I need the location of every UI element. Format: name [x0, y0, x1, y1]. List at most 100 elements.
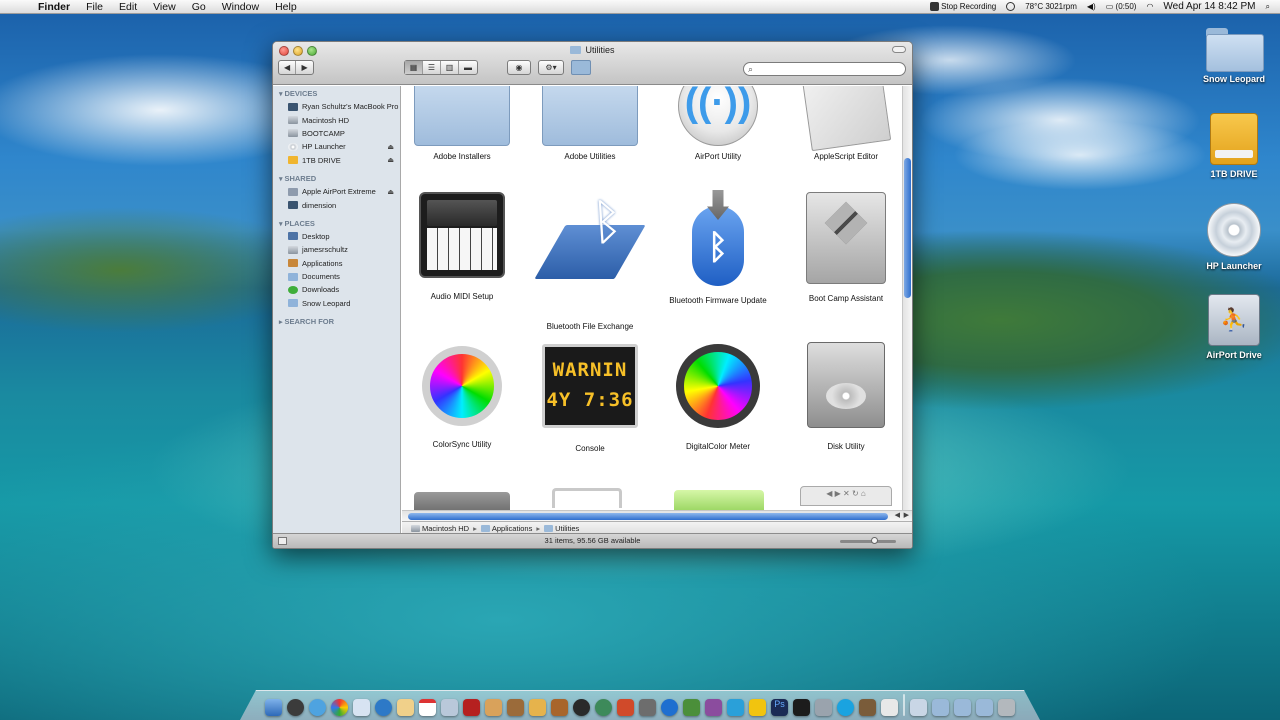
guitar-dock-icon[interactable] [551, 699, 568, 716]
eject-icon[interactable]: ⏏ [387, 156, 394, 164]
folder-stack-dock-icon[interactable] [976, 699, 993, 716]
safari-dock-icon[interactable] [309, 699, 326, 716]
scroll-left-arrow[interactable]: ◀ [895, 511, 900, 519]
list-view-button[interactable]: ☰ [423, 61, 441, 74]
preview-dock-icon[interactable] [441, 699, 458, 716]
finder-dock-icon[interactable] [265, 699, 282, 716]
menu-view[interactable]: View [145, 1, 184, 13]
dashboard-dock-icon[interactable] [287, 699, 304, 716]
battery-status[interactable]: ▭ (0:50) [1106, 2, 1137, 11]
eject-icon[interactable]: ⏏ [387, 143, 394, 151]
ical-dock-icon[interactable] [375, 699, 392, 716]
file-item-adobe-utilities[interactable]: Adobe Utilities [526, 86, 654, 161]
vertical-scrollbar[interactable] [902, 86, 912, 510]
browser-dock-icon[interactable] [661, 699, 678, 716]
app-dock-icon[interactable] [705, 699, 722, 716]
window-titlebar[interactable]: Utilities ◀ ▶ ▦ ☰ ▥ ▬ ◉ ⚙▾ ⌕ [273, 42, 912, 85]
stop-recording-item[interactable]: Stop Recording [929, 2, 996, 12]
desktop-icon-1tb-drive[interactable]: 1TB DRIVE [1189, 113, 1279, 179]
file-item-disk-utility[interactable]: Disk Utility [782, 338, 902, 451]
dvd-player-dock-icon[interactable] [573, 699, 590, 716]
scroll-right-arrow[interactable]: ▶ [904, 511, 909, 519]
search-input[interactable] [753, 64, 894, 74]
menu-window[interactable]: Window [214, 1, 267, 13]
path-item-utilities[interactable]: Utilities [544, 524, 579, 533]
sidebar-item-downloads[interactable]: Downloads [273, 283, 400, 296]
terminal-dock-icon[interactable] [793, 699, 810, 716]
sidebar-header-places[interactable]: PLACES [273, 216, 400, 230]
volume-icon[interactable]: ◀) [1087, 2, 1096, 11]
app-dock-icon[interactable] [683, 699, 700, 716]
sidebar-item-bootcamp[interactable]: BOOTCAMP [273, 127, 400, 140]
forward-button[interactable]: ▶ [296, 61, 313, 74]
icon-view-button[interactable]: ▦ [405, 61, 423, 74]
file-item-audio-midi-setup[interactable]: Audio MIDI Setup [402, 192, 526, 301]
sidebar-item-macintosh-hd[interactable]: Macintosh HD [273, 113, 400, 126]
column-view-button[interactable]: ▥ [441, 61, 459, 74]
path-item-applications[interactable]: Applications [480, 524, 532, 533]
itunes-dock-icon[interactable] [595, 699, 612, 716]
app-dock-icon[interactable] [617, 699, 634, 716]
sidebar-header-search-for[interactable]: SEARCH FOR [273, 314, 400, 328]
clock[interactable]: Wed Apr 14 8:42 PM [1163, 1, 1255, 12]
menu-app-finder[interactable]: Finder [30, 1, 78, 13]
file-item-partial[interactable]: ◀ ▶ ✕ ↻ ⌂ [800, 486, 892, 506]
downloads-stack-dock-icon[interactable] [954, 699, 971, 716]
file-item-partial[interactable] [552, 488, 622, 508]
desktop-icon-snow-leopard[interactable]: Snow Leopard [1189, 28, 1279, 84]
sidebar-item-dimension[interactable]: dimension [273, 198, 400, 211]
menu-help[interactable]: Help [267, 1, 305, 13]
chrome-dock-icon[interactable] [331, 699, 348, 716]
system-preferences-dock-icon[interactable] [815, 699, 832, 716]
file-item-boot-camp-assistant[interactable]: Boot Camp Assistant [782, 192, 902, 303]
file-item-partial[interactable] [414, 492, 510, 510]
file-item-bluetooth-file-exchange[interactable]: ᛒ Bluetooth File Exchange [526, 192, 654, 331]
file-item-partial[interactable] [674, 490, 764, 510]
file-item-colorsync-utility[interactable]: ColorSync Utility [402, 338, 526, 449]
search-field[interactable]: ⌕ [743, 62, 906, 76]
spotlight-icon[interactable]: ⌕ [1266, 2, 1270, 12]
sidebar-item-hp-launcher[interactable]: HP Launcher ⏏ [273, 140, 400, 153]
menu-go[interactable]: Go [184, 1, 214, 13]
icon-size-slider[interactable] [840, 540, 896, 543]
sidebar-item-airport-extreme[interactable]: Apple AirPort Extreme ⏏ [273, 185, 400, 198]
iphoto-dock-icon[interactable] [485, 699, 502, 716]
file-item-airport-utility[interactable]: ((·)) AirPort Utility [654, 86, 782, 161]
desktop-icon-hp-launcher[interactable]: HP Launcher [1189, 203, 1279, 271]
photoshop-dock-icon[interactable]: Ps [771, 699, 788, 716]
file-item-adobe-installers[interactable]: Adobe Installers [402, 86, 526, 161]
trash-icon[interactable] [998, 699, 1015, 716]
app-dock-icon[interactable] [639, 699, 656, 716]
sidebar-item-1tb-drive[interactable]: 1TB DRIVE ⏏ [273, 154, 400, 167]
applications-stack-dock-icon[interactable] [910, 699, 927, 716]
toolbar-toggle-button[interactable] [892, 46, 906, 53]
app-dock-icon[interactable] [881, 699, 898, 716]
sidebar-header-shared[interactable]: SHARED [273, 171, 400, 185]
file-item-bluetooth-firmware-update[interactable]: ᛒ Bluetooth Firmware Update [654, 190, 782, 305]
horizontal-scroll-thumb[interactable] [408, 513, 888, 520]
vertical-scroll-thumb[interactable] [904, 158, 911, 298]
action-menu-button[interactable]: ⚙▾ [538, 60, 564, 75]
sidebar-item-documents[interactable]: Documents [273, 270, 400, 283]
time-machine-icon[interactable] [1006, 2, 1016, 11]
back-button[interactable]: ◀ [279, 61, 297, 74]
file-item-digitalcolor-meter[interactable]: DigitalColor Meter [654, 338, 782, 451]
photo-booth-dock-icon[interactable] [463, 699, 480, 716]
file-item-applescript-editor[interactable]: AppleScript Editor [782, 86, 902, 161]
wifi-icon[interactable]: ◠ [1146, 2, 1153, 11]
horizontal-scrollbar[interactable]: ◀ ▶ [402, 510, 912, 521]
sidebar-item-applications[interactable]: Applications [273, 257, 400, 270]
desktop-icon-airport-drive[interactable]: ⛹ AirPort Drive [1189, 294, 1279, 360]
icon-size-slider-knob[interactable] [871, 537, 878, 544]
sidebar-item-desktop[interactable]: Desktop [273, 230, 400, 243]
quick-look-button[interactable]: ◉ [507, 60, 531, 75]
sidebar-toggle-icon[interactable] [278, 537, 287, 545]
menu-edit[interactable]: Edit [111, 1, 145, 13]
eject-icon[interactable]: ⏏ [387, 188, 394, 196]
app-dock-icon[interactable] [859, 699, 876, 716]
garageband-dock-icon[interactable] [529, 699, 546, 716]
menu-file[interactable]: File [78, 1, 111, 13]
sidebar-header-devices[interactable]: DEVICES [273, 86, 400, 100]
documents-stack-dock-icon[interactable] [932, 699, 949, 716]
path-item-macintosh-hd[interactable]: Macintosh HD [411, 524, 469, 533]
